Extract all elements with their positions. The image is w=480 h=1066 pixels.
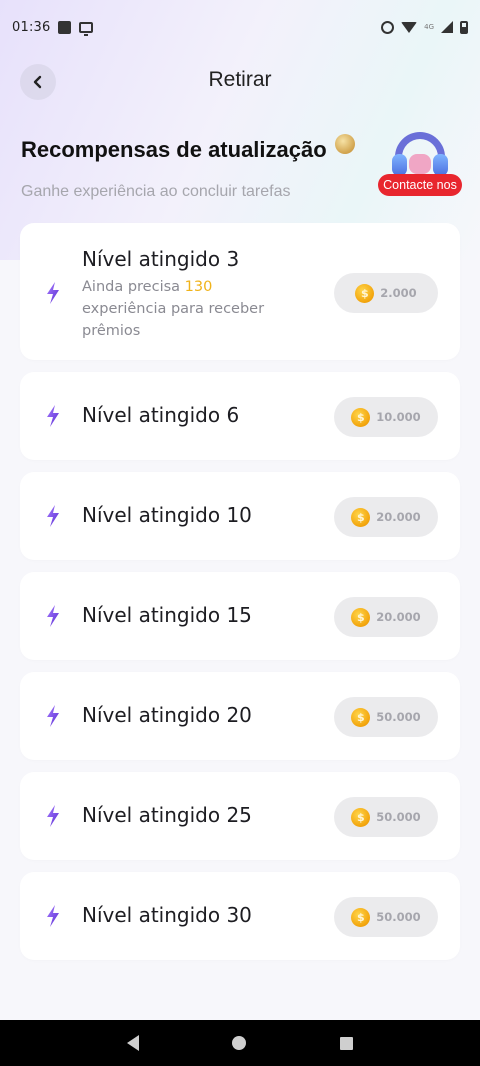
section-subtitle: Ganhe experiência ao concluir tarefas bbox=[21, 183, 291, 200]
app-header: Retirar bbox=[0, 58, 480, 106]
status-icons: 4G bbox=[381, 20, 468, 34]
claim-reward-button[interactable]: $ 2.000 bbox=[334, 273, 438, 313]
reward-card: Nível atingido 30 $ 50.000 bbox=[20, 872, 460, 960]
reward-title: Nível atingido 15 bbox=[82, 603, 252, 627]
wifi-icon bbox=[401, 21, 418, 33]
reward-card: Nível atingido 6 $ 10.000 bbox=[20, 372, 460, 460]
lightning-icon bbox=[47, 405, 59, 427]
battery-icon bbox=[460, 20, 468, 34]
claim-reward-button[interactable]: $ 20.000 bbox=[334, 497, 438, 537]
reward-title: Nível atingido 25 bbox=[82, 803, 252, 827]
coin-icon: $ bbox=[351, 607, 371, 627]
reward-title: Nível atingido 10 bbox=[82, 503, 252, 527]
lightning-icon bbox=[47, 905, 59, 927]
cast-icon bbox=[79, 21, 94, 36]
contact-badge: Contacte nos bbox=[378, 174, 462, 196]
nav-recents-icon[interactable] bbox=[340, 1036, 354, 1050]
customer-support-button[interactable]: Contacte nos bbox=[378, 128, 462, 198]
desc-suffix: experiência para receber prêmios bbox=[82, 301, 265, 339]
headset-right-ear bbox=[433, 154, 448, 176]
coin-icon: $ bbox=[351, 707, 371, 727]
claim-reward-button[interactable]: $ 50.000 bbox=[334, 797, 438, 837]
reward-card: Nível atingido 3 Ainda precisa 130 exper… bbox=[20, 223, 460, 360]
system-navigation-bar bbox=[0, 1020, 480, 1066]
coin-icon: $ bbox=[351, 907, 371, 927]
notification-icon bbox=[58, 20, 72, 34]
reward-amount: 20.000 bbox=[376, 510, 421, 524]
reward-amount: 50.000 bbox=[376, 810, 421, 824]
coin-icon: $ bbox=[351, 807, 371, 827]
headset-left-ear bbox=[392, 154, 407, 176]
lightning-icon bbox=[47, 705, 59, 727]
coin-icon: $ bbox=[351, 407, 371, 427]
coin-icon: $ bbox=[355, 283, 375, 303]
reward-title: Nível atingido 3 bbox=[82, 247, 240, 271]
alarm-icon bbox=[381, 20, 395, 34]
reward-title: Nível atingido 20 bbox=[82, 703, 252, 727]
page-title: Retirar bbox=[208, 68, 272, 91]
reward-card: Nível atingido 10 $ 20.000 bbox=[20, 472, 460, 560]
desc-prefix: Ainda precisa bbox=[82, 279, 185, 295]
reward-amount: 2.000 bbox=[380, 286, 417, 300]
reward-card: Nível atingido 25 $ 50.000 bbox=[20, 772, 460, 860]
reward-amount: 50.000 bbox=[376, 910, 421, 924]
lightning-icon bbox=[47, 605, 59, 627]
nav-back-icon[interactable] bbox=[126, 1035, 139, 1051]
reward-amount: 20.000 bbox=[376, 610, 421, 624]
status-bar: 01:36 4G bbox=[0, 0, 480, 54]
claim-reward-button[interactable]: $ 50.000 bbox=[334, 697, 438, 737]
lightning-icon bbox=[47, 805, 59, 827]
network-type-label: 4G bbox=[424, 23, 434, 31]
medal-icon bbox=[334, 134, 355, 154]
reward-title: Nível atingido 30 bbox=[82, 903, 252, 927]
reward-description: Ainda precisa 130 experiência para receb… bbox=[82, 276, 282, 342]
signal-icon bbox=[441, 21, 453, 33]
status-time: 01:36 bbox=[12, 19, 51, 35]
headset-center bbox=[409, 154, 431, 174]
claim-reward-button[interactable]: $ 10.000 bbox=[334, 397, 438, 437]
lightning-icon bbox=[47, 282, 59, 304]
reward-amount: 10.000 bbox=[376, 410, 421, 424]
reward-card: Nível atingido 15 $ 20.000 bbox=[20, 572, 460, 660]
claim-reward-button[interactable]: $ 50.000 bbox=[334, 897, 438, 937]
claim-reward-button[interactable]: $ 20.000 bbox=[334, 597, 438, 637]
nav-home-icon[interactable] bbox=[232, 1036, 247, 1050]
lightning-icon bbox=[47, 505, 59, 527]
coin-icon: $ bbox=[351, 507, 371, 527]
section-title: Recompensas de atualização bbox=[21, 134, 355, 163]
reward-amount: 50.000 bbox=[376, 710, 421, 724]
rewards-list: Nível atingido 3 Ainda precisa 130 exper… bbox=[20, 223, 460, 972]
reward-title: Nível atingido 6 bbox=[82, 403, 240, 427]
desc-highlight: 130 bbox=[184, 279, 213, 295]
section-title-text: Recompensas de atualização bbox=[21, 137, 327, 162]
reward-card: Nível atingido 20 $ 50.000 bbox=[20, 672, 460, 760]
